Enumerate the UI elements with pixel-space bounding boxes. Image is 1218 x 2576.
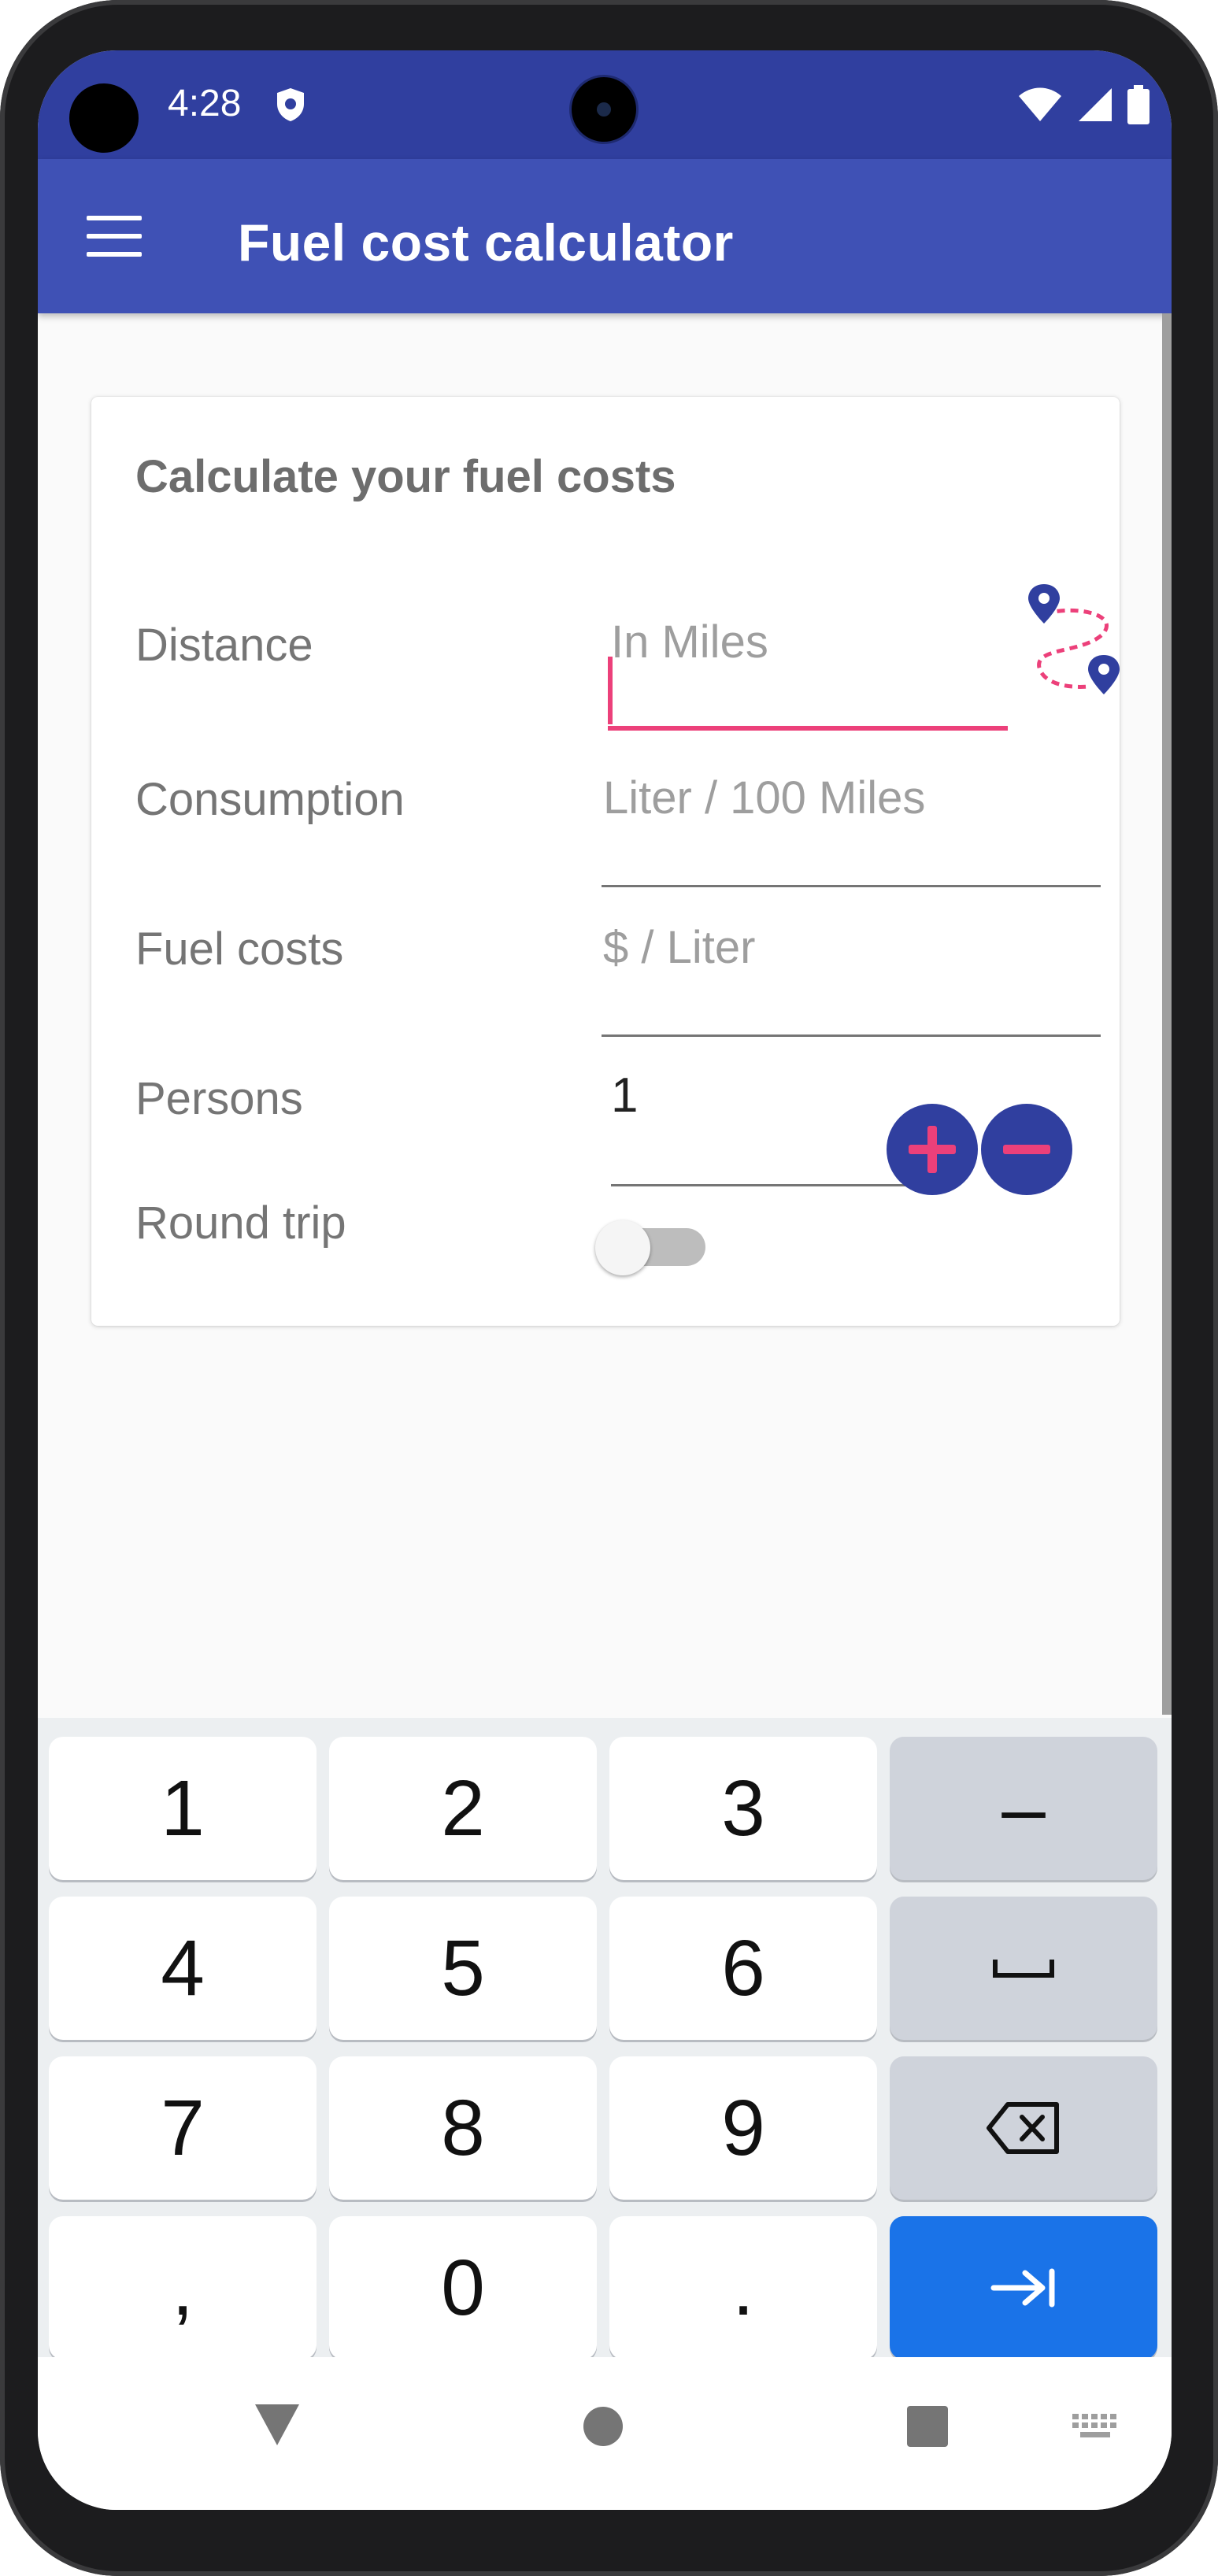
system-nav-bar [38, 2357, 1172, 2510]
notification-dot-icon [69, 83, 139, 153]
key-backspace[interactable] [890, 2056, 1157, 2200]
key-7[interactable]: 7 [49, 2056, 317, 2200]
round-trip-label: Round trip [135, 1197, 346, 1249]
consumption-input-underline [602, 885, 1101, 887]
key-space[interactable] [890, 1897, 1157, 2040]
calculator-card: Calculate your fuel costs Distance In Mi… [91, 397, 1120, 1326]
status-time: 4:28 [168, 83, 242, 124]
app-title: Fuel cost calculator [238, 213, 734, 272]
minus-icon [1003, 1145, 1050, 1154]
round-trip-toggle-thumb[interactable] [595, 1220, 650, 1275]
key-6[interactable]: 6 [609, 1897, 877, 2040]
persons-input-underline [611, 1184, 913, 1186]
consumption-input[interactable]: Liter / 100 Miles [603, 772, 925, 824]
wifi-icon [1019, 87, 1061, 121]
front-camera-icon [572, 77, 636, 142]
screen: 4:28 Fuel cost calculator Calculate your… [38, 50, 1172, 2510]
increase-persons-button[interactable] [887, 1104, 978, 1195]
key-2[interactable]: 2 [329, 1737, 597, 1880]
battery-icon [1127, 85, 1150, 124]
key-3[interactable]: 3 [609, 1737, 877, 1880]
status-icons [1017, 85, 1150, 124]
numeric-keyboard: 1 2 3 – 4 5 6 7 8 9 , 0 . [38, 1718, 1172, 2359]
app-bar: Fuel cost calculator [38, 159, 1172, 313]
status-bar: 4:28 [38, 50, 1172, 159]
space-bar-icon [993, 1960, 1054, 1978]
home-circle-icon[interactable] [583, 2406, 624, 2447]
next-field-icon [990, 2268, 1055, 2308]
fuel-costs-input[interactable]: $ / Liter [603, 921, 755, 974]
back-triangle-icon[interactable] [254, 2403, 301, 2447]
text-cursor [608, 657, 613, 724]
key-minus[interactable]: – [890, 1737, 1157, 1880]
hamburger-menu-icon[interactable] [87, 216, 142, 257]
fuel-costs-input-underline [602, 1034, 1101, 1037]
distance-label: Distance [135, 620, 313, 671]
shield-icon [277, 88, 304, 121]
cell-signal-icon [1079, 88, 1112, 121]
recents-square-icon[interactable] [907, 2406, 948, 2447]
consumption-label: Consumption [135, 774, 405, 825]
decrease-persons-button[interactable] [981, 1104, 1072, 1195]
distance-input-underline [608, 726, 1008, 731]
key-comma[interactable]: , [49, 2216, 317, 2359]
plus-icon [927, 1126, 937, 1173]
key-next[interactable] [890, 2216, 1157, 2359]
key-9[interactable]: 9 [609, 2056, 877, 2200]
backspace-icon [987, 2102, 1059, 2154]
keyboard-switch-icon[interactable] [1072, 2414, 1118, 2439]
distance-input[interactable]: In Miles [611, 616, 768, 668]
key-4[interactable]: 4 [49, 1897, 317, 2040]
fuel-costs-label: Fuel costs [135, 923, 344, 975]
phone-frame: 4:28 Fuel cost calculator Calculate your… [0, 0, 1218, 2576]
route-map-icon[interactable] [1027, 583, 1121, 701]
key-8[interactable]: 8 [329, 2056, 597, 2200]
persons-input[interactable]: 1 [611, 1068, 638, 1123]
key-1[interactable]: 1 [49, 1737, 317, 1880]
key-0[interactable]: 0 [329, 2216, 597, 2359]
scrollbar[interactable] [1162, 313, 1172, 1715]
card-title: Calculate your fuel costs [135, 451, 676, 502]
key-5[interactable]: 5 [329, 1897, 597, 2040]
key-period[interactable]: . [609, 2216, 877, 2359]
persons-label: Persons [135, 1073, 303, 1124]
